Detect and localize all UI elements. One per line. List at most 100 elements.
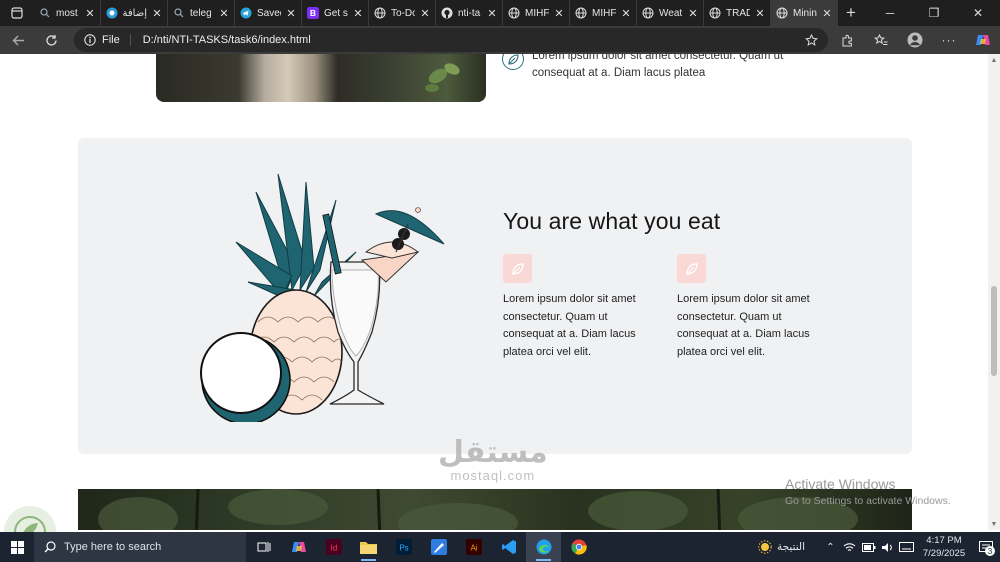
tab-actions-button[interactable] xyxy=(0,0,34,26)
task-view-button[interactable] xyxy=(246,532,281,562)
show-hidden-icons-button[interactable]: ⌃ xyxy=(821,532,840,562)
you-are-what-you-eat-section: You are what you eat Lorem ipsum dolor s… xyxy=(78,138,912,454)
edge-app[interactable] xyxy=(526,532,561,562)
copilot-button[interactable] xyxy=(966,26,1000,54)
hero-photo xyxy=(156,54,486,102)
close-tab-icon[interactable]: ✕ xyxy=(353,7,363,20)
chrome-icon xyxy=(570,539,587,555)
favorites-list-icon xyxy=(874,33,888,45)
tab-title: إضافة xyxy=(123,7,147,19)
browser-tab[interactable]: teleg ✕ xyxy=(168,0,235,26)
search-icon xyxy=(44,541,56,553)
close-tab-icon[interactable]: ✕ xyxy=(621,7,631,20)
tab-title: nti-ta xyxy=(458,7,481,19)
taskbar-search[interactable]: Type here to search xyxy=(34,532,246,562)
watermark-latin: mostaql.com xyxy=(450,468,536,483)
browser-tab[interactable]: إضافة ✕ xyxy=(101,0,168,26)
browser-tab[interactable]: B Get st ✕ xyxy=(302,0,369,26)
close-tab-icon[interactable]: ✕ xyxy=(85,7,95,20)
photoshop-icon: Ps xyxy=(395,539,412,555)
svg-text:Ps: Ps xyxy=(399,544,408,553)
refresh-button[interactable] xyxy=(36,26,66,54)
vertical-scrollbar[interactable]: ▲ ▼ xyxy=(988,54,1000,530)
globe-icon xyxy=(575,7,587,19)
close-tab-icon[interactable]: ✕ xyxy=(152,7,162,20)
scroll-up-arrow-icon[interactable]: ▲ xyxy=(988,54,1000,66)
leaf-badge-icon xyxy=(503,254,532,283)
copilot-app[interactable] xyxy=(281,532,316,562)
browser-tab[interactable]: Weat ✕ xyxy=(637,0,704,26)
tab-title: most xyxy=(56,7,78,19)
notification-count: 3 xyxy=(985,546,995,556)
info-icon[interactable] xyxy=(84,34,96,46)
photoshop-app[interactable]: Ps xyxy=(386,532,421,562)
more-menu-button[interactable]: ··· xyxy=(932,26,966,54)
close-tab-icon[interactable]: ✕ xyxy=(688,7,698,20)
paint-app[interactable] xyxy=(421,532,456,562)
battery-icon[interactable] xyxy=(859,532,878,562)
close-tab-icon[interactable]: ✕ xyxy=(420,7,430,20)
tab-title: To-Do xyxy=(391,7,415,19)
browser-tab[interactable]: MIHF ✕ xyxy=(570,0,637,26)
volume-icon[interactable] xyxy=(878,532,897,562)
feature-card: Lorem ipsum dolor sit amet consectetur. … xyxy=(503,254,653,361)
tab-title: teleg xyxy=(190,7,212,19)
maximize-button[interactable]: ❐ xyxy=(912,0,956,26)
feature-item: Lorem ipsum dolor sit amet consectetur. … xyxy=(502,54,802,82)
copilot-icon xyxy=(976,35,990,45)
copilot-icon xyxy=(291,542,306,552)
favorites-button[interactable] xyxy=(864,26,898,54)
mostaql-icon xyxy=(106,7,118,19)
browser-tab[interactable]: Saved ✕ xyxy=(235,0,302,26)
tab-title: Get st xyxy=(324,7,348,19)
keyboard-icon[interactable] xyxy=(897,532,916,562)
minimize-button[interactable]: ─ xyxy=(868,0,912,26)
tab-title: Saved xyxy=(257,7,281,19)
browser-tab-active[interactable]: Minin ✕ xyxy=(771,0,838,26)
notifications-button[interactable]: 3 xyxy=(972,532,1000,562)
close-tab-icon[interactable]: ✕ xyxy=(822,7,832,20)
browser-tab[interactable]: nti-ta ✕ xyxy=(436,0,503,26)
close-tab-icon[interactable]: ✕ xyxy=(487,7,497,20)
close-tab-icon[interactable]: ✕ xyxy=(219,7,229,20)
back-button[interactable] xyxy=(0,26,36,54)
address-bar[interactable]: File D:/nti/NTI-TASKS/task6/index.html xyxy=(74,28,828,52)
close-tab-icon[interactable]: ✕ xyxy=(286,7,296,20)
file-explorer-app[interactable] xyxy=(351,532,386,562)
clock-date: 7/29/2025 xyxy=(922,548,966,559)
pineapple-cocktail-illustration xyxy=(200,173,445,422)
start-button[interactable] xyxy=(0,532,34,562)
illustrator-app[interactable]: Ai xyxy=(456,532,491,562)
search-icon xyxy=(39,7,51,19)
browser-tab[interactable]: To-Do ✕ xyxy=(369,0,436,26)
leaf-badge-icon xyxy=(677,254,706,283)
browser-toolbar: File D:/nti/NTI-TASKS/task6/index.html ·… xyxy=(0,26,1000,54)
scrollbar-thumb[interactable] xyxy=(991,286,997,376)
scheme-label: File xyxy=(102,34,131,46)
weather-widget[interactable]: النتيجة xyxy=(758,540,821,554)
close-window-button[interactable]: ✕ xyxy=(956,0,1000,26)
extensions-button[interactable] xyxy=(830,26,864,54)
close-tab-icon[interactable]: ✕ xyxy=(755,7,765,20)
scroll-down-arrow-icon[interactable]: ▼ xyxy=(988,518,1000,530)
refresh-icon xyxy=(45,34,57,46)
clock[interactable]: 4:17 PM 7/29/2025 xyxy=(916,534,972,560)
svg-text:B: B xyxy=(310,8,316,18)
browser-tab[interactable]: TRAD ✕ xyxy=(704,0,771,26)
new-tab-button[interactable]: + xyxy=(838,0,864,26)
chrome-app[interactable] xyxy=(561,532,596,562)
close-tab-icon[interactable]: ✕ xyxy=(554,7,564,20)
browser-tab[interactable]: MIHF ✕ xyxy=(503,0,570,26)
feature-card-text: Lorem ipsum dolor sit amet consectetur. … xyxy=(503,293,636,358)
vscode-app[interactable] xyxy=(491,532,526,562)
sun-icon xyxy=(758,540,772,554)
feature-card: Lorem ipsum dolor sit amet consectetur. … xyxy=(677,254,827,361)
browser-tab[interactable]: most ✕ xyxy=(34,0,101,26)
svg-text:Ai: Ai xyxy=(470,544,477,553)
vscode-icon xyxy=(501,540,516,554)
network-icon[interactable] xyxy=(840,532,859,562)
profile-button[interactable] xyxy=(898,26,932,54)
indesign-app[interactable]: Id xyxy=(316,532,351,562)
url-text[interactable]: D:/nti/NTI-TASKS/task6/index.html xyxy=(143,34,311,46)
favorite-star-icon[interactable] xyxy=(805,33,818,47)
